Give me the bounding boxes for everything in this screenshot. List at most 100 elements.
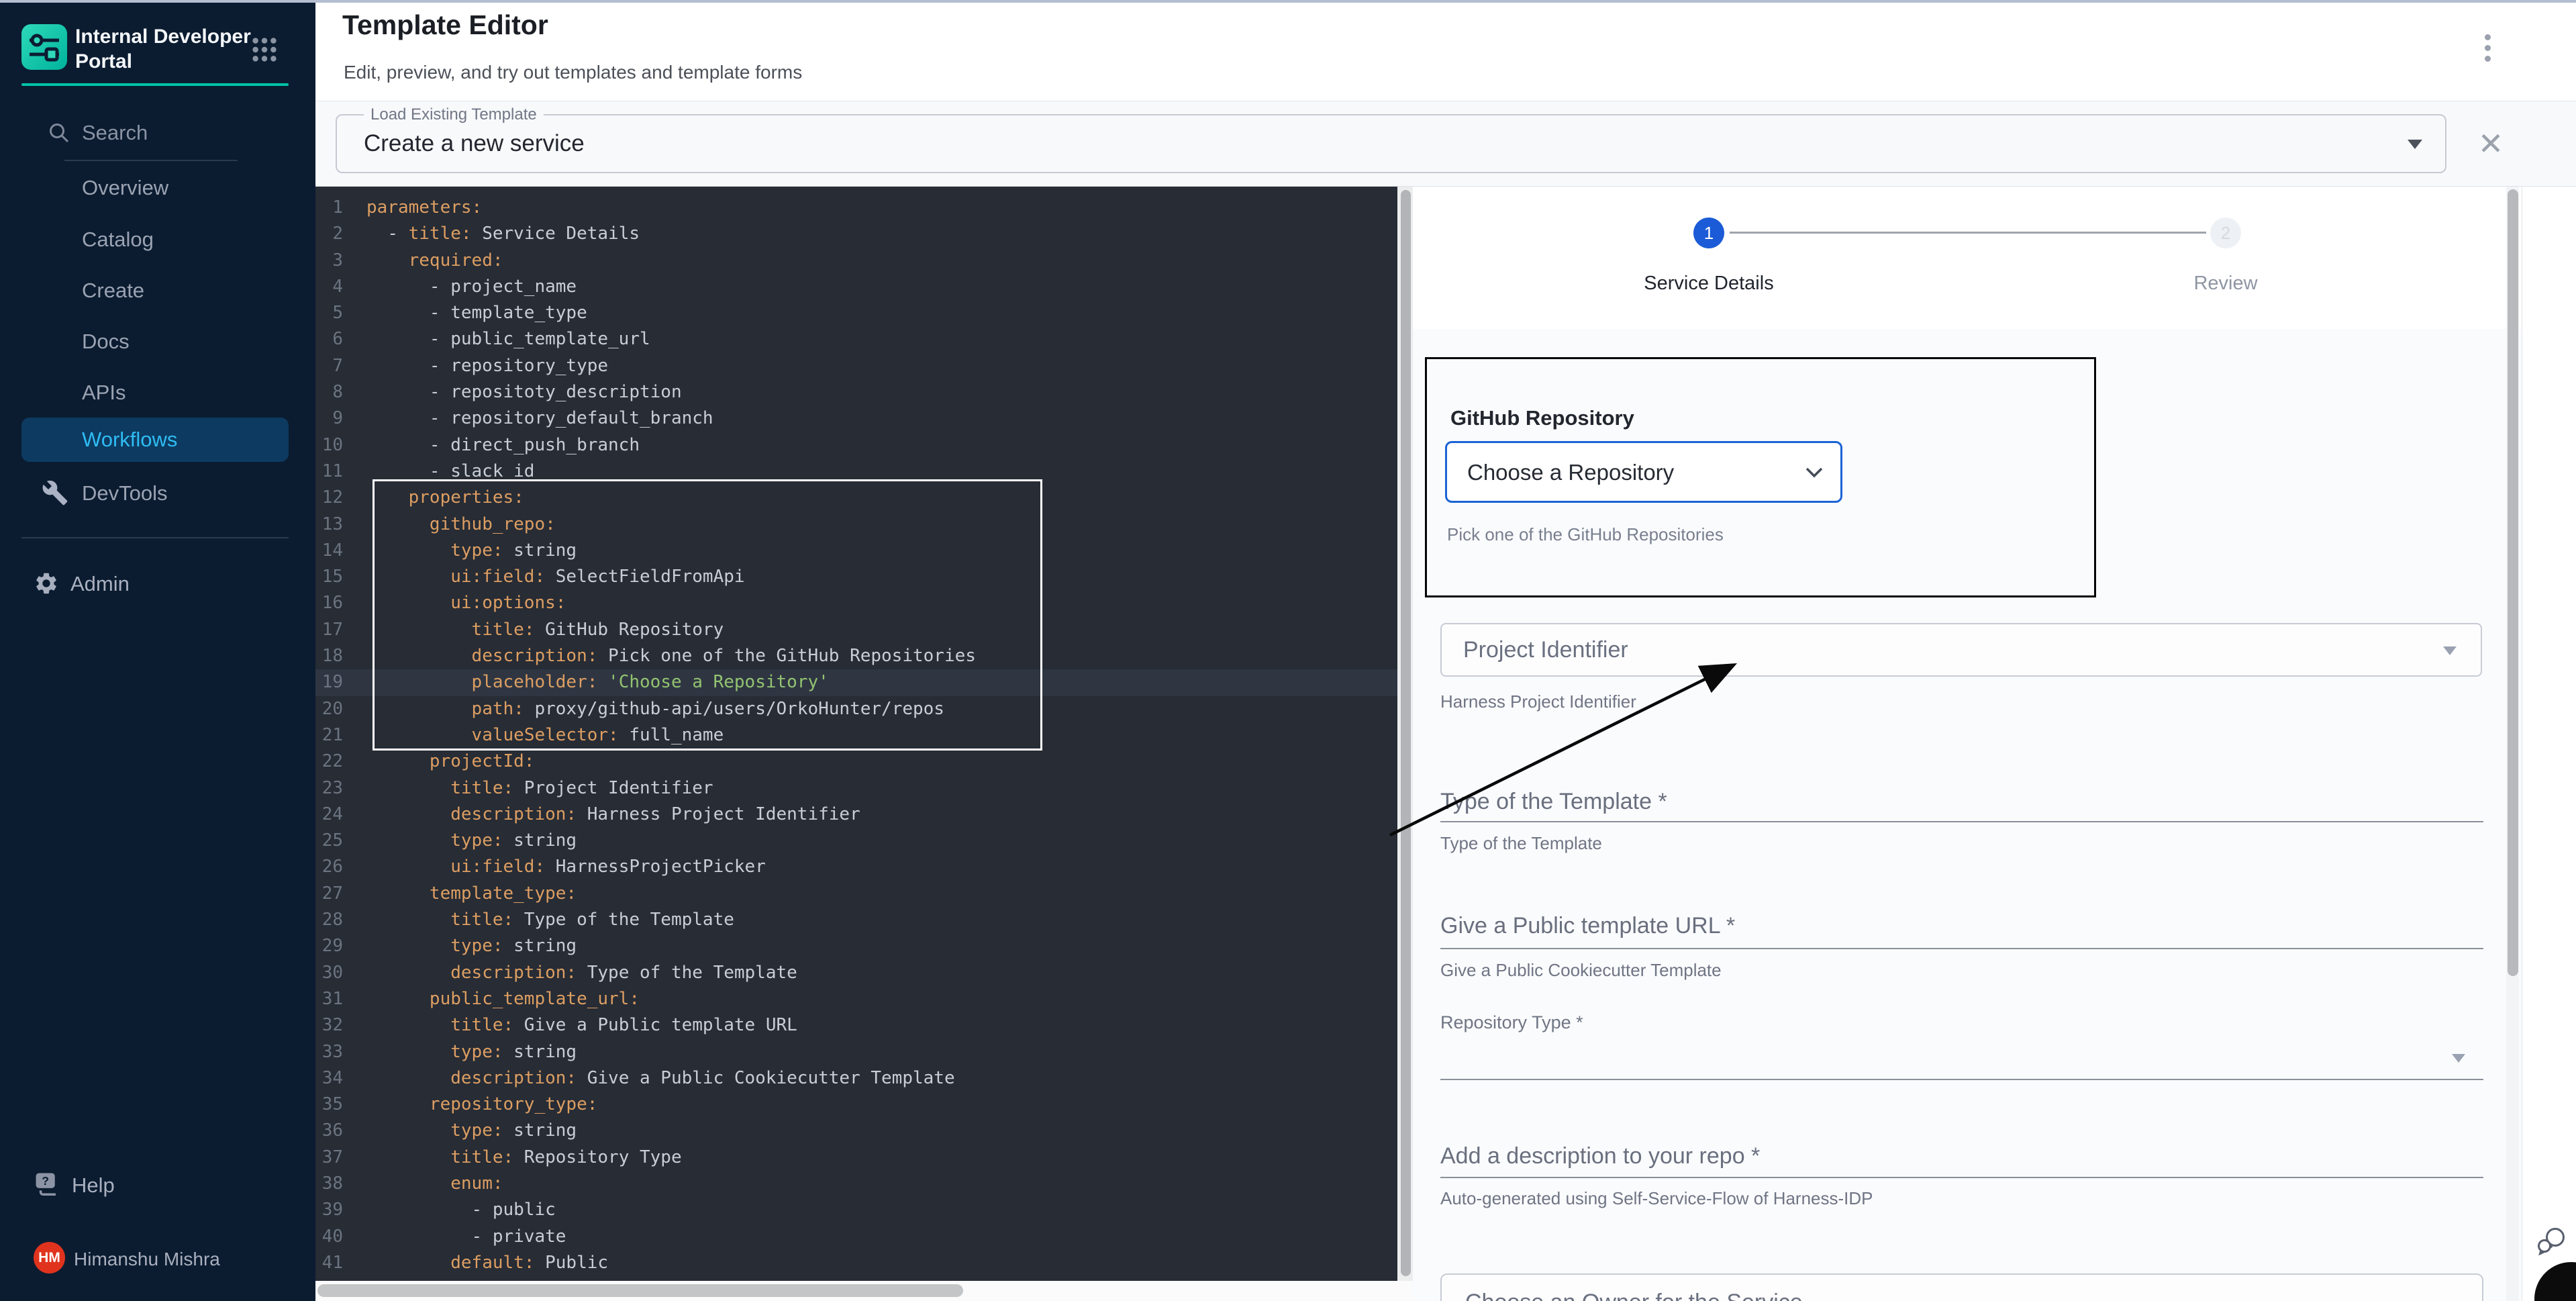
owner-select-label: Choose an Owner for the Service xyxy=(1465,1290,1803,1301)
sidebar-item-admin[interactable]: Admin xyxy=(0,561,315,606)
code-line: 22 projectId: xyxy=(315,749,1397,775)
code-line: 37 title: Repository Type xyxy=(315,1145,1397,1171)
content-area: 1parameters:2 - title: Service Details3 … xyxy=(315,187,2576,1301)
sidebar-item-label: Workflows xyxy=(82,428,177,452)
editor-vertical-scrollbar[interactable] xyxy=(1397,187,1413,1281)
repository-type-select[interactable] xyxy=(1440,1079,2483,1080)
code-line: 21 valueSelector: full_name xyxy=(315,722,1397,749)
svg-text:?: ? xyxy=(42,1174,49,1188)
editor-horizontal-scrollbar[interactable] xyxy=(315,1281,1413,1301)
search-label: Search xyxy=(82,121,148,145)
code-line: 35 repository_type: xyxy=(315,1092,1397,1118)
dropdown-caret-icon xyxy=(2443,646,2457,655)
template-type-input[interactable] xyxy=(1440,821,2483,822)
github-repository-select[interactable]: Choose a Repository xyxy=(1445,441,1842,503)
project-identifier-placeholder: Project Identifier xyxy=(1463,624,1628,675)
sidebar-item-label: DevTools xyxy=(82,481,168,505)
code-line: 23 title: Project Identifier xyxy=(315,775,1397,802)
public-url-input[interactable] xyxy=(1440,948,2483,949)
github-repository-helper: Pick one of the GitHub Repositories xyxy=(1447,524,1724,545)
template-type-helper: Type of the Template xyxy=(1440,833,1602,854)
sidebar-item-devtools[interactable]: DevTools xyxy=(0,470,315,517)
sidebar-item-label: Docs xyxy=(82,330,130,354)
code-line: 6 - public_template_url xyxy=(315,326,1397,352)
sidebar-search[interactable]: Search xyxy=(0,113,315,153)
load-template-select[interactable]: Load Existing Template Create a new serv… xyxy=(336,114,2446,173)
dropdown-caret-icon xyxy=(2408,140,2422,149)
sidebar-item-label: Overview xyxy=(82,176,168,200)
template-type-label: Type of the Template * xyxy=(1440,789,1667,815)
dropdown-caret-icon xyxy=(2452,1054,2465,1063)
sidebar-item-create[interactable]: Create xyxy=(0,267,315,314)
brand-line2: Portal xyxy=(75,49,251,74)
stepper-step-1[interactable]: 1 xyxy=(1693,218,1724,248)
code-line: 29 type: string xyxy=(315,933,1397,959)
code-line: 1parameters: xyxy=(315,195,1397,221)
code-line: 32 title: Give a Public template URL xyxy=(315,1012,1397,1039)
code-line: 40 - private xyxy=(315,1224,1397,1250)
github-repository-value: Choose a Repository xyxy=(1467,443,1674,501)
code-line: 10 - direct_push_branch xyxy=(315,432,1397,459)
sidebar-item-help[interactable]: ? Help xyxy=(0,1163,315,1207)
sidebar-item-label: APIs xyxy=(82,381,126,405)
avatar: HM xyxy=(34,1242,65,1273)
code-line: 41 default: Public xyxy=(315,1250,1397,1276)
idp-logo[interactable] xyxy=(21,24,67,70)
code-line: 16 ui:options: xyxy=(315,590,1397,616)
close-icon[interactable]: ✕ xyxy=(2467,120,2514,167)
code-line: 30 description: Type of the Template xyxy=(315,960,1397,986)
sidebar-item-catalog[interactable]: Catalog xyxy=(0,216,315,263)
user-menu[interactable]: HM Himanshu Mishra xyxy=(0,1235,315,1282)
code-line: 27 template_type: xyxy=(315,881,1397,907)
project-identifier-select[interactable]: Project Identifier xyxy=(1440,623,2482,677)
code-line: 8 - repositoty_description xyxy=(315,379,1397,405)
support-chat-icon[interactable] xyxy=(2536,1226,2567,1257)
sidebar-item-docs[interactable]: Docs xyxy=(0,318,315,365)
owner-select[interactable]: Choose an Owner for the Service xyxy=(1440,1273,2483,1301)
public-url-helper: Give a Public Cookiecutter Template xyxy=(1440,960,1722,981)
sidebar-item-label: Catalog xyxy=(82,228,154,252)
code-line: 36 type: string xyxy=(315,1118,1397,1144)
code-line: 25 type: string xyxy=(315,828,1397,854)
page-subtitle: Edit, preview, and try out templates and… xyxy=(344,62,802,83)
code-line: 17 title: GitHub Repository xyxy=(315,617,1397,643)
code-line: 34 description: Give a Public Cookiecutt… xyxy=(315,1065,1397,1092)
stepper-label-service-details: Service Details xyxy=(1608,273,1810,295)
code-lines: 1parameters:2 - title: Service Details3 … xyxy=(315,195,1397,1281)
user-name: Himanshu Mishra xyxy=(74,1249,220,1270)
page-header: Template Editor Edit, preview, and try o… xyxy=(315,0,2576,101)
code-line: 9 - repository_default_branch xyxy=(315,405,1397,432)
app-grid-icon[interactable] xyxy=(252,37,277,66)
github-repository-label: GitHub Repository xyxy=(1450,406,1634,430)
panel-vertical-scrollbar[interactable] xyxy=(2506,187,2519,1301)
repo-description-input[interactable] xyxy=(1440,1177,2483,1178)
admin-label: Admin xyxy=(70,572,130,596)
repo-description-helper: Auto-generated using Self-Service-Flow o… xyxy=(1440,1188,1873,1209)
help-icon: ? xyxy=(34,1171,60,1198)
code-line: 13 github_repo: xyxy=(315,512,1397,538)
code-editor[interactable]: 1parameters:2 - title: Service Details3 … xyxy=(315,187,1397,1281)
app-root: Internal Developer Portal Search Overvie… xyxy=(0,0,2576,1301)
stepper-step-2[interactable]: 2 xyxy=(2210,218,2241,248)
sidebar-item-workflows[interactable]: Workflows xyxy=(21,418,289,462)
project-identifier-helper: Harness Project Identifier xyxy=(1440,691,1636,712)
code-line: 4 - project_name xyxy=(315,274,1397,300)
load-template-bar: Load Existing Template Create a new serv… xyxy=(315,101,2576,187)
code-line: 19 placeholder: 'Choose a Repository' xyxy=(315,669,1397,695)
code-line: 15 ui:field: SelectFieldFromApi xyxy=(315,564,1397,590)
brand-title: Internal Developer Portal xyxy=(75,24,251,74)
code-line: 39 - public xyxy=(315,1197,1397,1223)
code-line: 20 path: proxy/github-api/users/OrkoHunt… xyxy=(315,696,1397,722)
code-line: 31 public_template_url: xyxy=(315,986,1397,1012)
public-url-label: Give a Public template URL * xyxy=(1440,913,1735,939)
more-options-icon[interactable] xyxy=(2474,30,2501,70)
sidebar-item-label: Create xyxy=(82,279,144,303)
brand-line1: Internal Developer xyxy=(75,24,251,49)
code-line: 18 description: Pick one of the GitHub R… xyxy=(315,643,1397,669)
stepper-label-review: Review xyxy=(2125,273,2326,295)
code-line: 42 repositoty_description: xyxy=(315,1276,1397,1281)
repo-description-label: Add a description to your repo * xyxy=(1440,1143,1760,1169)
sidebar-item-apis[interactable]: APIs xyxy=(0,369,315,416)
code-line: 14 type: string xyxy=(315,538,1397,564)
sidebar-item-overview[interactable]: Overview xyxy=(0,164,315,211)
